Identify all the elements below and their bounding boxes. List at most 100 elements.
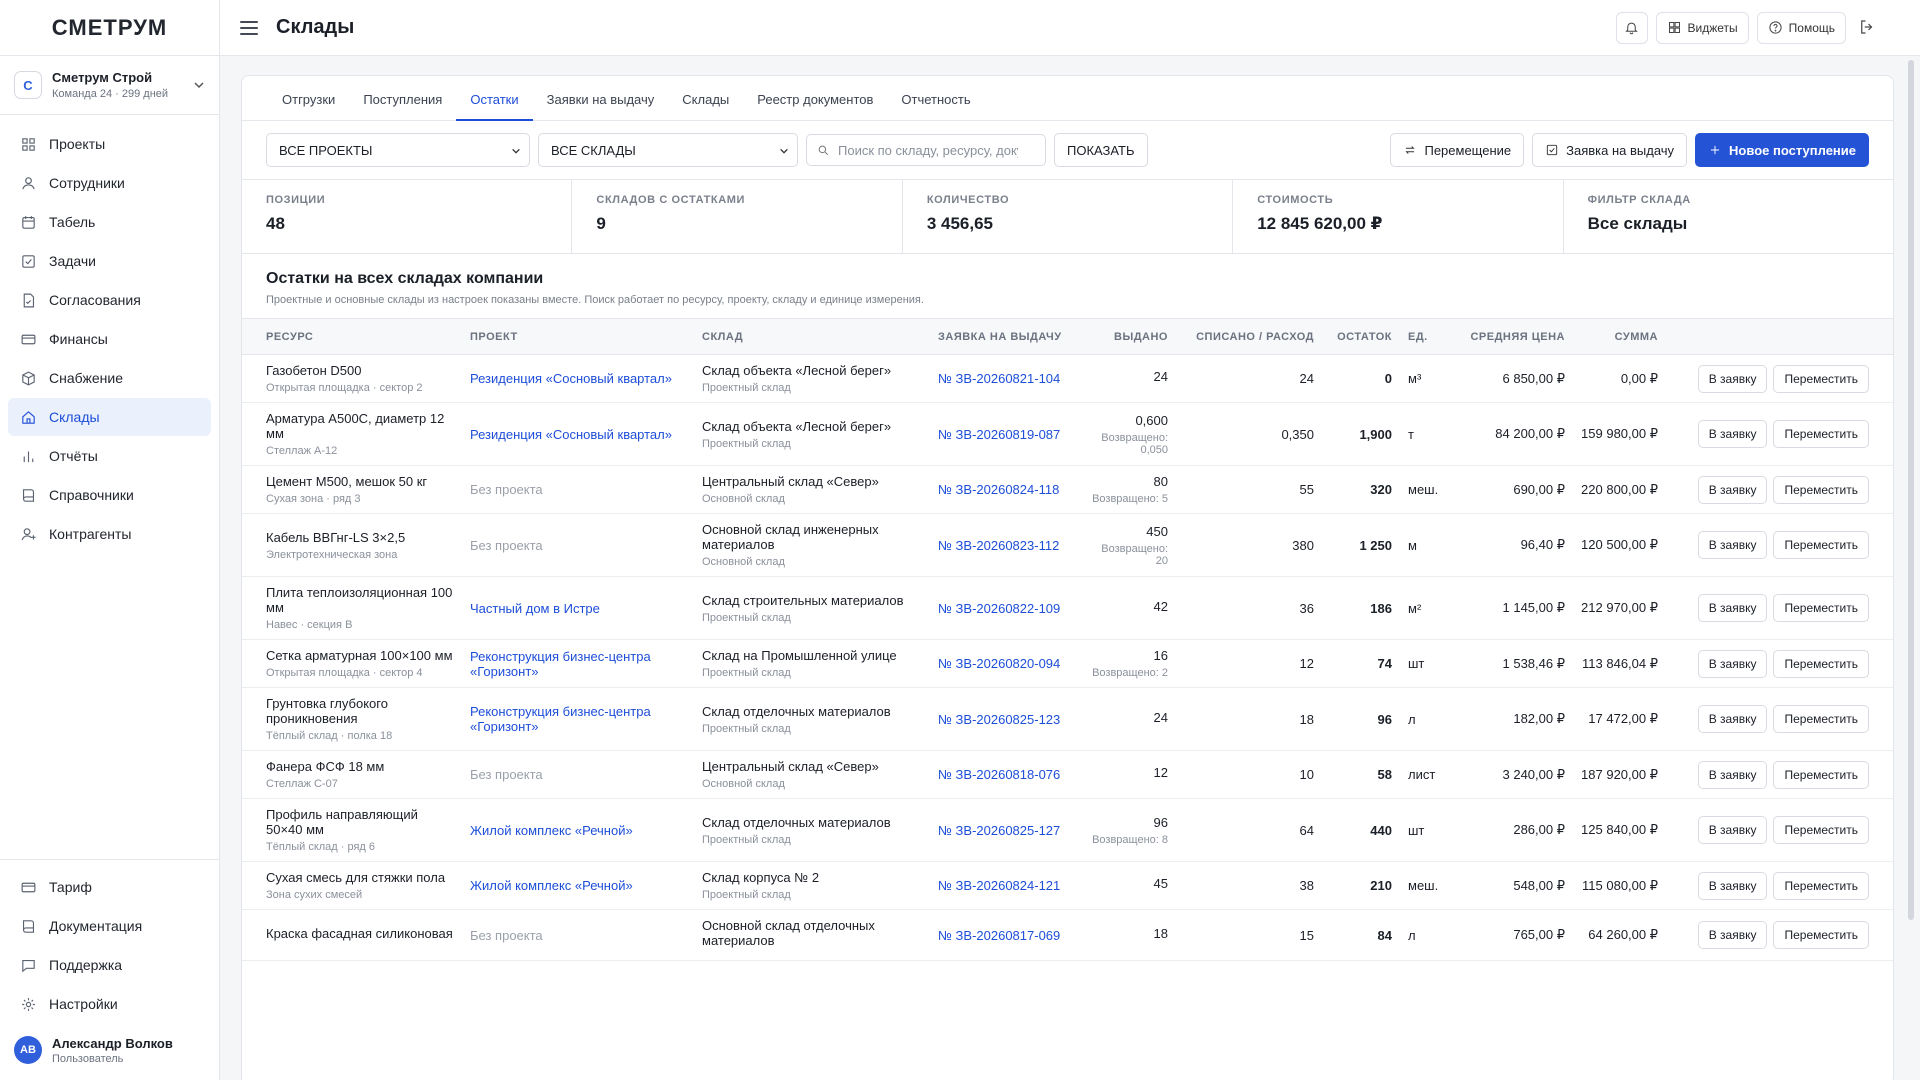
new-receipt-button[interactable]: Новое поступление <box>1695 133 1869 167</box>
sidebar-item-calendar[interactable]: Табель <box>8 203 211 241</box>
to-request-button[interactable]: В заявку <box>1697 531 1768 559</box>
resource-name: Кабель ВВГнг-LS 3×2,5 <box>266 529 406 545</box>
request-link[interactable]: № ЗВ-20260825-127 <box>938 823 1060 838</box>
to-request-button[interactable]: В заявку <box>1697 475 1768 504</box>
to-request-button[interactable]: В заявку <box>1697 705 1768 733</box>
move-row-button[interactable]: Переместить <box>1773 921 1869 949</box>
issued-value: 24 <box>1153 709 1168 725</box>
column-header[interactable]: ЗАЯВКА НА ВЫДАЧУ <box>930 318 1082 355</box>
column-header[interactable]: ЕД. <box>1400 318 1462 355</box>
move-row-button[interactable]: Переместить <box>1773 594 1869 622</box>
request-link[interactable]: № ЗВ-20260825-123 <box>938 712 1060 727</box>
sum-value: 159 980,00 ₽ <box>1573 402 1666 466</box>
move-row-button[interactable]: Переместить <box>1773 705 1869 733</box>
tab-6[interactable]: Отчетность <box>887 92 984 121</box>
sidebar-item-card[interactable]: Финансы <box>8 320 211 358</box>
request-link[interactable]: № ЗВ-20260819-087 <box>938 427 1060 442</box>
sidebar-item-gear[interactable]: Настройки <box>8 985 211 1023</box>
sidebar-item-box[interactable]: Снабжение <box>8 359 211 397</box>
project-link[interactable]: Реконструкция бизнес-центра «Горизонт» <box>470 649 651 679</box>
request-link[interactable]: № ЗВ-20260821-104 <box>938 371 1060 386</box>
org-switcher[interactable]: С Сметрум Строй Команда 24 · 299 дней <box>0 56 219 115</box>
column-header[interactable]: СРЕДНЯЯ ЦЕНА <box>1462 318 1573 355</box>
column-header[interactable]: ОСТАТОК <box>1322 318 1400 355</box>
request-link[interactable]: № ЗВ-20260818-076 <box>938 767 1060 782</box>
to-request-button[interactable]: В заявку <box>1697 649 1768 678</box>
logout-button[interactable] <box>1858 18 1878 38</box>
to-request-button[interactable]: В заявку <box>1697 760 1768 789</box>
doc-check-icon <box>23 293 35 307</box>
project-link[interactable]: Реконструкция бизнес-центра «Горизонт» <box>470 704 651 734</box>
user-profile[interactable]: АВ Александр Волков Пользователь <box>0 1024 219 1080</box>
request-link[interactable]: № ЗВ-20260824-118 <box>938 482 1059 497</box>
column-header[interactable]: ПРОЕКТ <box>462 318 694 355</box>
move-row-button[interactable]: Переместить <box>1773 649 1869 678</box>
column-header[interactable]: СУММА <box>1573 318 1666 355</box>
move-button[interactable]: Перемещение <box>1390 133 1525 167</box>
column-header[interactable]: СПИСАНО / РАСХОД <box>1176 318 1322 355</box>
tab-0[interactable]: Отгрузки <box>268 92 349 121</box>
search-input[interactable] <box>838 142 1018 158</box>
project-link[interactable]: Резиденция «Сосновый квартал» <box>470 427 672 442</box>
move-row-button[interactable]: Переместить <box>1773 816 1869 844</box>
help-button[interactable]: Помощь <box>1756 11 1846 44</box>
issue-request-button[interactable]: Заявка на выдачу <box>1532 133 1688 167</box>
issued-value: 12 <box>1153 765 1168 780</box>
search-field[interactable] <box>806 134 1046 166</box>
page-scrollbar[interactable] <box>1908 60 1914 920</box>
sidebar-item-user-plus[interactable]: Контрагенты <box>8 515 211 553</box>
to-request-button[interactable]: В заявку <box>1697 420 1768 448</box>
tab-3[interactable]: Заявки на выдачу <box>533 92 669 121</box>
sidebar-item-home[interactable]: Склады <box>8 398 211 436</box>
sidebar-item-doc-check[interactable]: Согласования <box>8 281 211 319</box>
project-link[interactable]: Частный дом в Истре <box>470 601 600 616</box>
sidebar-item-book[interactable]: Справочники <box>8 476 211 514</box>
column-header[interactable]: РЕСУРС <box>242 318 462 355</box>
request-link[interactable]: № ЗВ-20260817-069 <box>938 928 1060 943</box>
app-logo[interactable]: СМЕТРУМ <box>0 0 219 56</box>
to-request-button[interactable]: В заявку <box>1697 871 1768 900</box>
to-request-button[interactable]: В заявку <box>1697 364 1768 393</box>
projects-select[interactable]: ВСЕ ПРОЕКТЫ <box>266 133 530 167</box>
move-row-button[interactable]: Переместить <box>1773 760 1869 789</box>
to-request-button[interactable]: В заявку <box>1697 594 1768 622</box>
widgets-button[interactable]: Виджеты <box>1655 11 1749 44</box>
project-link[interactable]: Жилой комплекс «Речной» <box>470 823 633 838</box>
tab-2[interactable]: Остатки <box>456 92 533 121</box>
to-request-button[interactable]: В заявку <box>1697 921 1768 949</box>
swap-icon <box>1405 146 1416 154</box>
resource-name: Сухая смесь для стяжки пола <box>266 870 446 885</box>
to-request-button[interactable]: В заявку <box>1697 816 1768 844</box>
column-header[interactable]: СКЛАД <box>694 318 930 355</box>
notifications-button[interactable] <box>1615 11 1648 44</box>
project-link[interactable]: Жилой комплекс «Речной» <box>470 878 633 893</box>
request-link[interactable]: № ЗВ-20260823-112 <box>938 538 1059 553</box>
resource-location: Открытая площадка · сектор 2 <box>266 382 423 394</box>
request-link[interactable]: № ЗВ-20260822-109 <box>938 601 1060 616</box>
tab-4[interactable]: Склады <box>668 92 743 121</box>
move-row-button[interactable]: Переместить <box>1773 475 1869 504</box>
sidebar-item-card[interactable]: Тариф <box>8 868 211 906</box>
request-link[interactable]: № ЗВ-20260820-094 <box>938 656 1060 671</box>
column-header[interactable] <box>1666 318 1893 355</box>
sidebar-item-user[interactable]: Сотрудники <box>8 164 211 202</box>
show-button[interactable]: ПОКАЗАТЬ <box>1054 133 1148 167</box>
column-header[interactable]: ВЫДАНО <box>1082 318 1176 355</box>
request-link[interactable]: № ЗВ-20260824-121 <box>938 878 1060 893</box>
warehouses-select[interactable]: ВСЕ СКЛАДЫ <box>538 133 798 167</box>
menu-icon[interactable] <box>240 20 258 35</box>
move-row-button[interactable]: Переместить <box>1773 420 1869 448</box>
sidebar-item-bar-chart[interactable]: Отчёты <box>8 437 211 475</box>
move-row-button[interactable]: Переместить <box>1773 364 1869 393</box>
sidebar-item-book[interactable]: Документация <box>8 907 211 945</box>
stat-value: 3 456,65 <box>926 214 993 233</box>
sidebar-item-grid[interactable]: Проекты <box>8 125 211 163</box>
sidebar-item-chat[interactable]: Поддержка <box>8 946 211 984</box>
move-row-button[interactable]: Переместить <box>1773 871 1869 900</box>
tab-5[interactable]: Реестр документов <box>743 92 887 121</box>
move-row-button[interactable]: Переместить <box>1773 531 1869 559</box>
spent-value: 12 <box>1176 639 1322 688</box>
project-link[interactable]: Резиденция «Сосновый квартал» <box>470 371 672 386</box>
sidebar-item-checkbox[interactable]: Задачи <box>8 242 211 280</box>
tab-1[interactable]: Поступления <box>349 92 456 121</box>
